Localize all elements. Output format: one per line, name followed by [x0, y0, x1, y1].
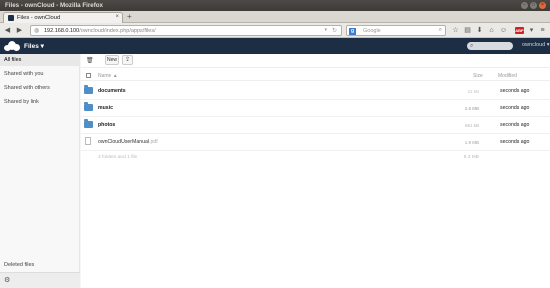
file-name[interactable]: ownCloudUserManual.pdf — [98, 139, 158, 145]
files-summary: 3 folders and 1 file — [98, 155, 138, 160]
sidebar-item-shared-with-you[interactable]: Shared with you — [0, 68, 80, 80]
browser-search-placeholder: Google — [363, 28, 381, 34]
bookmark-star-icon[interactable]: ☆ — [451, 26, 460, 35]
sidebar-item-shared-with-others[interactable]: Shared with others — [0, 82, 80, 94]
column-size-header[interactable]: Size — [473, 73, 483, 79]
file-modified: seconds ago — [500, 122, 530, 128]
browser-search-bar[interactable]: g Google ⌕ — [346, 25, 446, 36]
table-row[interactable]: photos 661 kB seconds ago — [81, 117, 550, 134]
url-bar[interactable]: ◍ 192.168.0.100/owncloud/index.php/apps/… — [30, 25, 342, 36]
home-icon[interactable]: ⌂ — [487, 26, 496, 35]
file-name[interactable]: photos — [98, 122, 115, 128]
file-modified: seconds ago — [500, 105, 530, 111]
files-search-input[interactable]: ⌕ — [467, 42, 513, 50]
forward-icon[interactable]: ▶ — [15, 26, 24, 35]
tab-close-icon[interactable]: × — [115, 14, 119, 20]
new-tab-icon[interactable]: + — [127, 13, 132, 21]
browser-tab-label: Files - ownCloud — [17, 15, 61, 21]
reload-icon[interactable]: ↻ — [332, 27, 337, 34]
file-modified: seconds ago — [500, 139, 530, 145]
tab-strip: Files - ownCloud × + — [0, 11, 550, 23]
table-row[interactable]: music 2.6 MB seconds ago — [81, 100, 550, 117]
owncloud-favicon-icon — [8, 15, 14, 21]
maximize-icon[interactable]: □ — [530, 2, 537, 9]
url-path: /owncloud/index.php/apps/files/ — [79, 28, 156, 34]
file-modified: seconds ago — [500, 88, 530, 94]
file-name[interactable]: music — [98, 105, 113, 111]
table-row[interactable]: ownCloudUserManual.pdf 1.9 MB seconds ag… — [81, 134, 550, 151]
column-name-header[interactable]: Name ▲ — [98, 73, 118, 79]
adblock-icon[interactable]: ABP — [515, 27, 524, 34]
download-icon[interactable]: ⬇ — [475, 26, 484, 35]
app-menu-title[interactable]: Files ▾ — [24, 42, 44, 50]
owncloud-logo-icon[interactable] — [4, 41, 20, 51]
sidebar-item-shared-by-link[interactable]: Shared by link — [0, 96, 80, 108]
file-size: 2.6 MB — [464, 106, 479, 111]
files-summary-size: 5.3 MB — [463, 155, 479, 160]
folder-icon — [84, 85, 93, 94]
files-sidebar: All files Shared with you Shared with ot… — [0, 54, 80, 288]
close-icon[interactable]: × — [539, 2, 546, 9]
table-header: Name ▲ Size Modified — [81, 70, 550, 81]
bookmarks-list-icon[interactable]: ▤ — [463, 26, 472, 35]
owncloud-header: Files ▾ ⌕ owncloud ▾ — [0, 38, 550, 54]
select-all-checkbox[interactable] — [86, 73, 91, 78]
column-modified-header[interactable]: Modified — [498, 73, 517, 79]
file-size: 1.9 MB — [464, 140, 479, 145]
back-icon[interactable]: ◀ — [3, 26, 12, 35]
files-list-area: 🗑︎ New ⇪ Name ▲ Size Modified documents … — [81, 54, 550, 288]
settings-bar[interactable]: ⚙ — [0, 272, 80, 288]
search-icon: ⌕ — [470, 43, 474, 49]
globe-icon: ◍ — [34, 28, 40, 34]
navigation-toolbar: ◀ ▶ ◍ 192.168.0.100/owncloud/index.php/a… — [0, 23, 550, 38]
file-name[interactable]: documents — [98, 88, 126, 94]
browser-tab[interactable]: Files - ownCloud × — [3, 12, 123, 23]
menu-icon[interactable]: ≡ — [538, 26, 547, 35]
table-row[interactable]: documents 22 kB seconds ago — [81, 83, 550, 100]
pdf-file-icon — [85, 137, 91, 145]
url-history-dropdown-icon[interactable]: ▾ — [324, 27, 327, 33]
file-extension: .pdf — [149, 139, 158, 145]
adblock-dropdown-icon[interactable]: ▾ — [527, 26, 536, 35]
window-titlebar: Files - ownCloud - Mozilla Firefox – □ × — [0, 0, 550, 11]
new-button[interactable]: New — [105, 55, 119, 65]
file-size: 22 kB — [467, 89, 479, 94]
window-title: Files - ownCloud - Mozilla Firefox — [5, 2, 103, 9]
file-size: 661 kB — [464, 123, 479, 128]
gear-icon[interactable]: ⚙ — [4, 276, 10, 284]
folder-icon — [84, 119, 93, 128]
sidebar-item-all-files[interactable]: All files — [0, 54, 80, 66]
minimize-icon[interactable]: – — [521, 2, 528, 9]
files-controls: 🗑︎ New ⇪ — [81, 54, 550, 68]
search-engine-icon[interactable]: g — [349, 27, 356, 35]
folder-icon — [84, 102, 93, 111]
chat-icon[interactable]: ☺ — [499, 26, 508, 35]
sidebar-item-deleted-files[interactable]: Deleted files — [4, 262, 34, 268]
trash-icon[interactable]: 🗑︎ — [86, 57, 94, 64]
url-host: 192.168.0.100 — [44, 28, 80, 34]
user-menu[interactable]: owncloud ▾ — [522, 42, 550, 48]
upload-button[interactable]: ⇪ — [122, 55, 133, 65]
search-icon[interactable]: ⌕ — [439, 27, 442, 34]
